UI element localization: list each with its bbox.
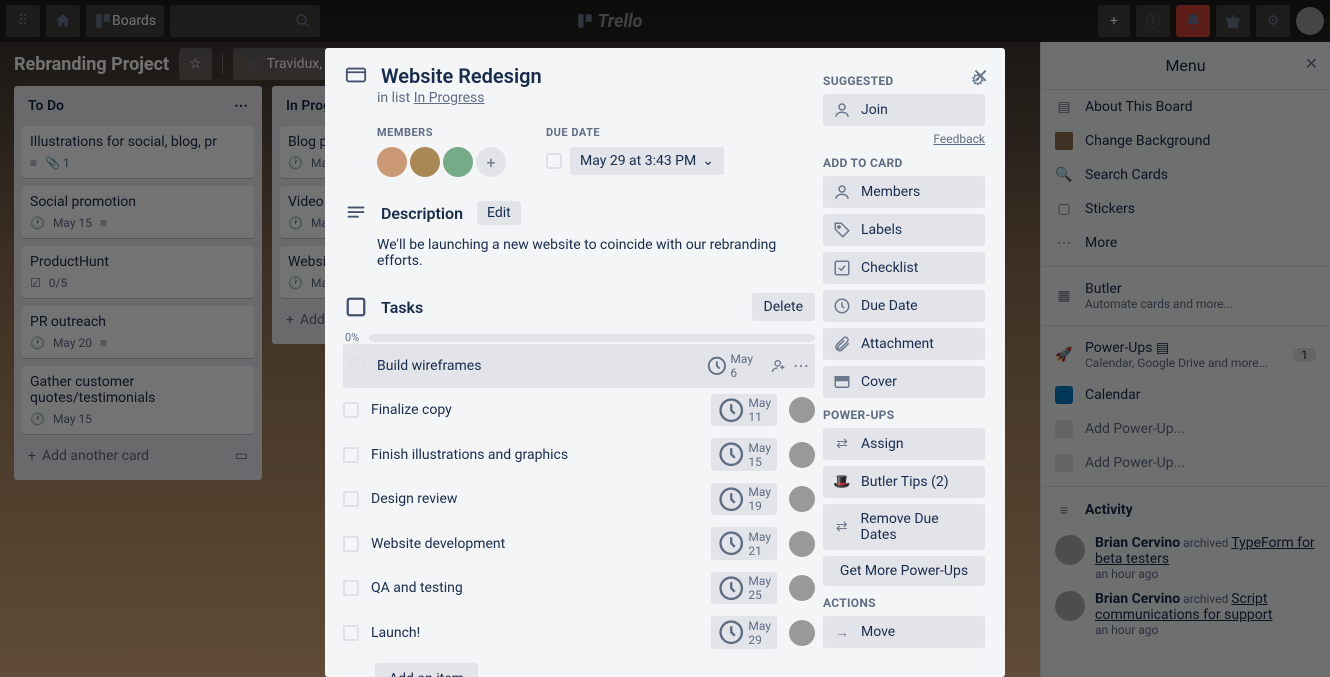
item-due[interactable]: May 11 [711, 394, 777, 426]
item-assignee[interactable] [789, 442, 815, 468]
user-icon [833, 183, 851, 201]
arrow-right-icon: → [833, 623, 851, 641]
chevron-down-icon: ⌄ [702, 153, 714, 169]
checklist-icon [833, 259, 851, 277]
assign-icon: ⇄ [833, 435, 851, 453]
item-due[interactable]: May 29 [711, 616, 777, 648]
progress-percent: 0% [345, 331, 359, 344]
suggested-label: SUGGESTED [823, 74, 893, 88]
due-checkbox[interactable] [546, 153, 562, 169]
item-text[interactable]: Website development [371, 536, 699, 552]
item-due[interactable]: May 21 [711, 527, 777, 559]
item-assignee[interactable] [789, 620, 815, 646]
item-text[interactable]: Launch! [371, 625, 699, 641]
addtocard-label: ADD TO CARD [823, 156, 985, 170]
checklist-title[interactable]: Tasks [381, 298, 423, 317]
member-avatar[interactable] [443, 147, 473, 177]
member-avatar[interactable] [377, 147, 407, 177]
item-checkbox[interactable] [343, 402, 359, 418]
checklist-item[interactable]: Finish illustrations and graphics May 15… [343, 432, 815, 476]
butler-tips-button[interactable]: 🎩Butler Tips (2) [823, 466, 985, 498]
add-item-button[interactable]: Add an item [375, 663, 478, 677]
item-text[interactable]: Finish illustrations and graphics [371, 447, 699, 463]
item-text[interactable]: Build wireframes [377, 358, 688, 374]
attachment-button[interactable]: Attachment [823, 328, 985, 360]
item-checkbox[interactable] [343, 580, 359, 596]
checklist-item[interactable]: Launch! May 29⋯ [343, 610, 815, 654]
tag-icon [833, 221, 851, 239]
checklist-icon [345, 296, 367, 318]
item-checkbox[interactable] [343, 536, 359, 552]
cover-icon [833, 373, 851, 391]
item-due[interactable]: May 6 [700, 350, 759, 382]
members-button[interactable]: Members [823, 176, 985, 208]
duedate-label: DUE DATE [546, 126, 724, 139]
actions-label: ACTIONS [823, 596, 985, 610]
item-text[interactable]: Design review [371, 491, 699, 507]
attachment-icon [833, 335, 851, 353]
cover-button[interactable]: Cover [823, 366, 985, 398]
member-avatar[interactable] [410, 147, 440, 177]
join-button[interactable]: Join [823, 94, 985, 126]
item-text[interactable]: Finalize copy [371, 402, 699, 418]
card-icon [345, 64, 367, 86]
item-checkbox[interactable] [343, 491, 359, 507]
item-due[interactable]: May 15 [711, 438, 777, 470]
checklist-item[interactable]: Website development May 21⋯ [343, 521, 815, 565]
delete-button[interactable]: Delete [752, 293, 815, 321]
remove-icon: ⇄ [833, 518, 851, 536]
checklist-item[interactable]: Finalize copy May 11⋯ [343, 388, 815, 432]
butler-icon: 🎩 [833, 473, 851, 491]
checklist-item[interactable]: Build wireframes May 6 ⋯ [343, 344, 815, 388]
item-assignee[interactable] [789, 486, 815, 512]
get-powerups-button[interactable]: Get More Power-Ups [823, 556, 985, 586]
remove-due-button[interactable]: ⇄Remove Due Dates [823, 504, 985, 550]
edit-button[interactable]: Edit [477, 201, 521, 225]
checklist-item[interactable]: Design review May 19⋯ [343, 477, 815, 521]
description-label: Description [381, 204, 463, 223]
user-icon [833, 101, 851, 119]
feedback-link[interactable]: Feedback [823, 132, 985, 146]
members-label: MEMBERS [377, 126, 506, 139]
checklist-item[interactable]: QA and testing May 25⋯ [343, 566, 815, 610]
item-assignee[interactable] [789, 531, 815, 557]
item-due[interactable]: May 25 [711, 572, 777, 604]
more-icon[interactable]: ⋯ [793, 356, 809, 376]
add-member-button[interactable]: + [476, 147, 506, 177]
card-list-location: in list In Progress [377, 90, 815, 106]
labels-button[interactable]: Labels [823, 214, 985, 246]
item-checkbox[interactable] [343, 625, 359, 641]
description-icon [345, 202, 367, 224]
progress-bar [369, 334, 815, 342]
item-checkbox[interactable] [349, 358, 365, 374]
list-link[interactable]: In Progress [414, 90, 485, 106]
item-assignee[interactable] [789, 575, 815, 601]
item-assignee[interactable] [789, 397, 815, 423]
card-title[interactable]: Website Redesign [381, 64, 542, 88]
clock-icon [833, 297, 851, 315]
assign-icon[interactable] [771, 356, 787, 376]
item-checkbox[interactable] [343, 447, 359, 463]
due-date-button[interactable]: May 29 at 3:43 PM⌄ [570, 147, 724, 175]
item-due[interactable]: May 19 [711, 483, 777, 515]
close-icon[interactable]: ✕ [972, 64, 989, 88]
powerups-label: POWER-UPS [823, 408, 985, 422]
item-text[interactable]: QA and testing [371, 580, 699, 596]
duedate-button[interactable]: Due Date [823, 290, 985, 322]
checklist-button[interactable]: Checklist [823, 252, 985, 284]
description-text[interactable]: We'll be launching a new website to coin… [377, 237, 815, 269]
move-button[interactable]: →Move [823, 616, 985, 648]
assign-button[interactable]: ⇄Assign [823, 428, 985, 460]
card-modal: ✕ Website Redesign in list In Progress M… [325, 48, 1005, 677]
